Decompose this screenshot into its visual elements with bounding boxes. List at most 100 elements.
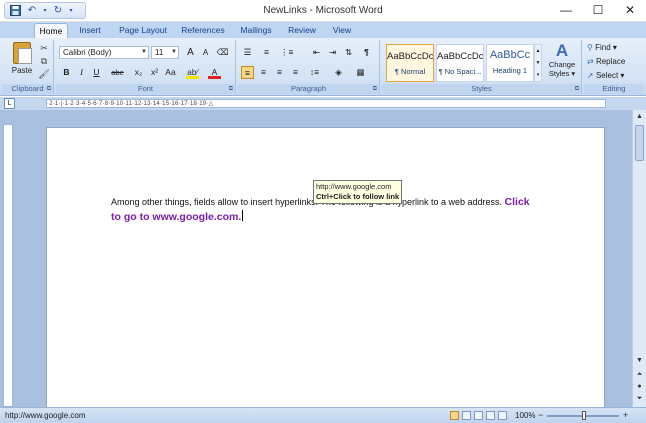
styles-gallery-scroll[interactable]: ▲ ▼ ▾ (534, 44, 542, 82)
minimize-button[interactable]: — (550, 0, 582, 20)
draft-view-icon[interactable] (498, 411, 507, 420)
vertical-scrollbar[interactable]: ▲ ▼ ⏶ ● ⏷ (632, 110, 646, 407)
underline-button[interactable]: U (90, 66, 103, 79)
style-sample: AaBbCc (489, 49, 531, 61)
change-styles-label: Change (548, 60, 576, 69)
italic-button[interactable]: I (75, 66, 88, 79)
next-page-icon[interactable]: ⏷ (634, 393, 645, 404)
change-styles-label-2: Styles ▾ (548, 69, 576, 78)
multilevel-list-icon[interactable]: ⋮≡ (280, 46, 293, 59)
select-browse-object-icon[interactable]: ● (634, 381, 645, 392)
paragraph-launcher-icon[interactable]: ⧉ (373, 86, 377, 93)
print-layout-view-icon[interactable] (450, 411, 459, 420)
zoom-in-button[interactable]: + (623, 410, 628, 420)
scroll-down-icon[interactable]: ▼ (634, 355, 645, 366)
increase-indent-icon[interactable]: ⇥ (326, 46, 339, 59)
decrease-indent-icon[interactable]: ⇤ (310, 46, 323, 59)
justify-icon[interactable]: ≡ (289, 66, 302, 79)
font-group: Calibri (Body) ▼ 11 ▼ A A ⌫ B I U abe x₂… (56, 40, 236, 94)
binoculars-icon: ⚲ (587, 43, 593, 52)
font-color-button[interactable]: A (208, 66, 221, 79)
editing-group-label: Editing (584, 84, 644, 94)
style-heading-1[interactable]: AaBbCc Heading 1 (486, 44, 534, 82)
tab-mailings[interactable]: Mailings (235, 23, 277, 38)
align-right-icon[interactable]: ≡ (273, 66, 286, 79)
borders-icon[interactable]: ▦ (354, 66, 367, 79)
status-bar: http://www.google.com 100% − + (0, 407, 646, 423)
style-sample: AaBbCcDc (387, 51, 433, 62)
tab-references[interactable]: References (177, 23, 229, 38)
zoom-level[interactable]: 100% (515, 411, 535, 420)
font-size-combo[interactable]: 11 ▼ (151, 46, 179, 59)
ribbon: Paste ✂ ⧉ 🖌 Clipboard ⧉ Calibri (Body) ▼… (0, 38, 646, 96)
copy-icon[interactable]: ⧉ (38, 56, 50, 67)
align-center-icon[interactable]: ≡ (257, 66, 270, 79)
tab-view[interactable]: View (326, 23, 358, 38)
superscript-button[interactable]: x² (148, 66, 161, 79)
scroll-thumb[interactable] (635, 125, 644, 161)
scroll-up-icon[interactable]: ▲ (634, 111, 645, 122)
hyperlink-tooltip: http://www.google.com Ctrl+Click to foll… (313, 180, 403, 204)
styles-launcher-icon[interactable]: ⧉ (575, 86, 579, 93)
replace-button[interactable]: ⇄ Replace (587, 57, 625, 66)
editing-group: ⚲ Find ▾ ⇄ Replace ➚ Select ▾ Editing (584, 40, 644, 94)
subscript-button[interactable]: x₂ (132, 66, 145, 79)
document-page[interactable]: Among other things, fields allow to inse… (46, 127, 605, 412)
styles-group-label: Styles (382, 84, 581, 94)
highlight-button[interactable]: ab⁄ (186, 66, 199, 79)
paste-button[interactable]: Paste (8, 42, 36, 84)
zoom-out-button[interactable]: − (538, 410, 543, 420)
find-label: Find ▾ (595, 43, 617, 52)
style-name: Heading 1 (492, 66, 528, 75)
maximize-button[interactable]: ☐ (582, 0, 614, 20)
font-size-value: 11 (155, 48, 164, 57)
clear-formatting-icon[interactable]: ⌫ (216, 46, 229, 59)
zoom-slider-thumb[interactable] (582, 411, 586, 420)
style-normal[interactable]: AaBbCcDc ¶ Normal (386, 44, 434, 82)
replace-label: Replace (595, 57, 626, 66)
cursor-icon: ➚ (587, 71, 594, 80)
tab-review[interactable]: Review (284, 23, 320, 38)
tab-selector-button[interactable]: L (4, 98, 15, 109)
align-left-icon[interactable]: ≡ (241, 66, 254, 79)
tab-insert[interactable]: Insert (74, 23, 106, 38)
outline-view-icon[interactable] (486, 411, 495, 420)
cut-icon[interactable]: ✂ (38, 43, 50, 54)
tab-page-layout[interactable]: Page Layout (114, 23, 172, 38)
bold-button[interactable]: B (60, 66, 73, 79)
numbering-icon[interactable]: ≡ (260, 46, 273, 59)
title-bar: ↶ ▾ ↻ ▾ NewLinks - Microsoft Word — ☐ ✕ (0, 0, 646, 22)
close-button[interactable]: ✕ (614, 0, 646, 20)
font-group-label: Font (56, 84, 235, 94)
format-painter-icon[interactable]: 🖌 (38, 69, 50, 80)
font-launcher-icon[interactable]: ⧉ (229, 86, 233, 93)
style-name: ¶ Normal (394, 67, 426, 76)
bullets-icon[interactable]: ☰ (241, 46, 254, 59)
shrink-font-button[interactable]: A (199, 46, 212, 59)
web-layout-icon[interactable] (474, 411, 483, 420)
clipboard-launcher-icon[interactable]: ⧉ (47, 86, 51, 93)
line-spacing-icon[interactable]: ↕≡ (308, 66, 321, 79)
vertical-ruler[interactable] (3, 124, 13, 407)
font-name-combo[interactable]: Calibri (Body) ▼ (59, 46, 149, 59)
chevron-down-icon: ▼ (141, 49, 147, 55)
paste-icon (13, 42, 32, 64)
tab-home[interactable]: Home (34, 23, 68, 38)
horizontal-ruler[interactable]: ·2·1·|·1·2·3·4·5·6·7·8·9·10·11·12·13·14·… (46, 99, 606, 108)
find-button[interactable]: ⚲ Find ▾ (587, 43, 617, 52)
show-formatting-button[interactable]: ¶ (360, 46, 373, 59)
paragraph-group: ☰ ≡ ⋮≡ ⇤ ⇥ ⇅ ¶ ≡ ≡ ≡ ≡ ↕≡ ◈ ▦ Paragraph … (238, 40, 380, 94)
change-styles-button[interactable]: A Change Styles ▾ (545, 42, 579, 79)
font-name-value: Calibri (Body) (63, 48, 112, 57)
previous-page-icon[interactable]: ⏶ (634, 369, 645, 380)
ribbon-tabs: Home Insert Page Layout References Maili… (0, 22, 646, 38)
select-button[interactable]: ➚ Select ▾ (587, 71, 624, 80)
full-screen-reading-icon[interactable] (462, 411, 471, 420)
strikethrough-button[interactable]: abe (111, 66, 124, 79)
change-case-button[interactable]: Aa (164, 66, 177, 79)
tooltip-url: http://www.google.com (316, 182, 392, 191)
sort-icon[interactable]: ⇅ (342, 46, 355, 59)
style-no-spacing[interactable]: AaBbCcDc ¶ No Spaci... (436, 44, 484, 82)
shading-icon[interactable]: ◈ (332, 66, 345, 79)
grow-font-button[interactable]: A (184, 46, 197, 59)
